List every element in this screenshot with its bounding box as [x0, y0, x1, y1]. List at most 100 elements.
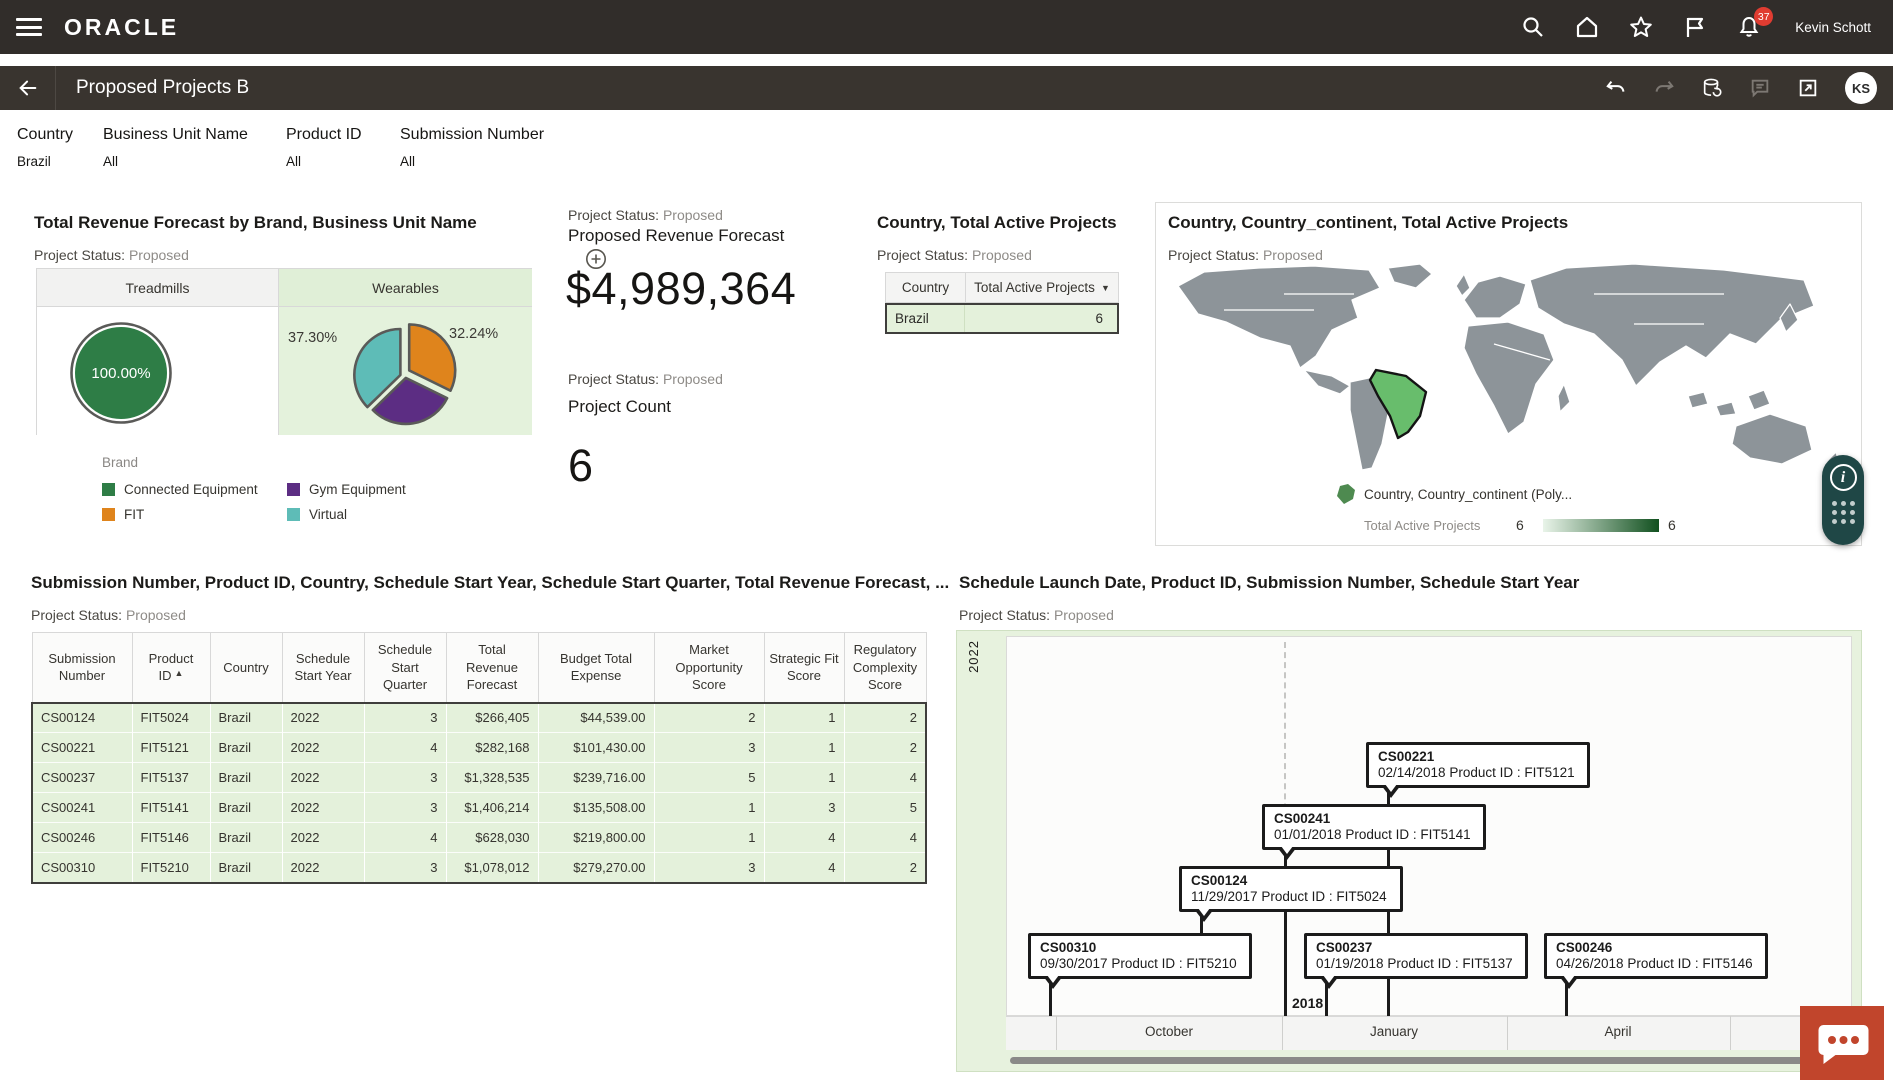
table-row[interactable]: CS00221 FIT5121 Brazil 2022 4 $282,168 $…: [32, 733, 926, 763]
map-region-europe[interactable]: [1464, 276, 1526, 318]
table-row[interactable]: CS00246 FIT5146 Brazil 2022 4 $628,030 $…: [32, 823, 926, 853]
legend-item-connected-equipment[interactable]: Connected Equipment: [102, 482, 258, 497]
axis-month-label: January: [1370, 1024, 1418, 1039]
comments-icon[interactable]: [1749, 77, 1771, 99]
event-detail: 11/29/2017 Product ID : FIT5024: [1191, 889, 1391, 904]
cell: 2022: [282, 733, 364, 763]
present-open-icon[interactable]: [1797, 77, 1819, 99]
legend-max-value: 6: [1668, 517, 1676, 533]
table-row[interactable]: CS00310 FIT5210 Brazil 2022 3 $1,078,012…: [32, 853, 926, 883]
map-region-greenland[interactable]: [1388, 264, 1432, 288]
world-map[interactable]: [1164, 264, 1856, 476]
redo-icon[interactable]: [1653, 77, 1675, 99]
map-region-australia[interactable]: [1732, 414, 1812, 464]
cell: 2: [844, 703, 926, 733]
column-header[interactable]: Schedule Start Year: [282, 633, 364, 703]
home-icon[interactable]: [1575, 15, 1599, 39]
column-header[interactable]: Market Opportunity Score: [654, 633, 764, 703]
column-header[interactable]: Schedule Start Quarter: [364, 633, 446, 703]
timeline-event-CS00246[interactable]: CS00246 04/26/2018 Product ID : FIT5146: [1544, 933, 1768, 979]
legend-item-fit[interactable]: FIT: [102, 507, 144, 522]
event-id: CS00310: [1040, 940, 1240, 955]
notifications-bell-icon[interactable]: 37: [1737, 15, 1761, 39]
search-icon[interactable]: [1521, 15, 1545, 39]
favorites-star-icon[interactable]: [1629, 15, 1653, 39]
column-header-country[interactable]: Country: [886, 273, 966, 302]
status-label: Project Status:: [1168, 247, 1259, 263]
map-region-africa[interactable]: [1464, 322, 1554, 434]
cell: 4: [364, 823, 446, 853]
cell: 3: [364, 763, 446, 793]
undo-icon[interactable]: [1605, 77, 1627, 99]
column-header-total-active-projects[interactable]: Total Active Projects▼: [966, 273, 1118, 302]
info-icon[interactable]: i: [1830, 464, 1857, 491]
timeline-horizontal-scrollbar[interactable]: [1010, 1057, 1848, 1064]
map-region-asia[interactable]: [1530, 264, 1814, 386]
filter-bar: Country Brazil Business Unit Name All Pr…: [0, 110, 1893, 198]
map-region-north-america[interactable]: [1178, 266, 1380, 368]
column-header[interactable]: Submission Number: [32, 633, 132, 703]
axis-month-label: April: [1604, 1024, 1631, 1039]
filter-business-unit[interactable]: Business Unit Name All: [103, 126, 248, 169]
cell: FIT5210: [132, 853, 210, 883]
map-region-new-guinea[interactable]: [1748, 390, 1770, 410]
timeline-event-CS00237[interactable]: CS00237 01/19/2018 Product ID : FIT5137: [1304, 933, 1528, 979]
table-row[interactable]: CS00241 FIT5141 Brazil 2022 3 $1,406,214…: [32, 793, 926, 823]
column-header[interactable]: Regulatory Complexity Score: [844, 633, 926, 703]
table-row[interactable]: Brazil 6: [885, 303, 1119, 334]
cell: 4: [764, 823, 844, 853]
revenue-kpi-value[interactable]: $4,989,364: [566, 263, 796, 315]
map-region-islands[interactable]: [1716, 402, 1736, 416]
treadmills-pie-chart[interactable]: 100.00%: [66, 318, 176, 428]
map-region-indonesia[interactable]: [1688, 392, 1708, 408]
cell: 3: [364, 703, 446, 733]
cell: CS00124: [32, 703, 132, 733]
cell: CS00246: [32, 823, 132, 853]
pie-center-label: 100.00%: [91, 365, 150, 382]
table-row[interactable]: CS00237 FIT5137 Brazil 2022 3 $1,328,535…: [32, 763, 926, 793]
filter-submission-number[interactable]: Submission Number All: [400, 126, 544, 169]
cell: $219,800.00: [538, 823, 654, 853]
timeline-event-CS00310[interactable]: CS00310 09/30/2017 Product ID : FIT5210: [1028, 933, 1252, 979]
status-line: Project Status: Proposed: [877, 247, 1032, 263]
sort-asc-icon: ▲: [175, 668, 184, 678]
column-header-sorted[interactable]: Product ID▲: [132, 633, 210, 703]
back-button[interactable]: [0, 66, 56, 110]
wearables-pie-chart[interactable]: [347, 315, 463, 431]
map-legend-layer[interactable]: Country, Country_continent (Poly...: [1364, 487, 1572, 502]
status-label: Project Status:: [568, 371, 659, 387]
timeline-event-CS00124[interactable]: CS00124 11/29/2017 Product ID : FIT5024: [1179, 866, 1403, 912]
hamburger-menu-icon[interactable]: [16, 18, 42, 36]
cell: CS00237: [32, 763, 132, 793]
filter-product-id[interactable]: Product ID All: [286, 126, 362, 169]
refresh-data-icon[interactable]: [1701, 77, 1723, 99]
table-row[interactable]: CS00124 FIT5024 Brazil 2022 3 $266,405 $…: [32, 703, 926, 733]
legend-item-gym-equipment[interactable]: Gym Equipment: [287, 482, 406, 497]
status-label: Project Status:: [959, 607, 1050, 623]
event-detail: 01/19/2018 Product ID : FIT5137: [1316, 956, 1516, 971]
map-region-uk[interactable]: [1456, 274, 1470, 296]
cell: 4: [364, 733, 446, 763]
map-region-madagascar[interactable]: [1558, 384, 1570, 412]
avatar[interactable]: KS: [1845, 72, 1877, 104]
column-header[interactable]: Strategic Fit Score: [764, 633, 844, 703]
timeline-event-CS00241[interactable]: CS00241 01/01/2018 Product ID : FIT5141: [1262, 804, 1486, 850]
column-header[interactable]: Country: [210, 633, 282, 703]
filter-country[interactable]: Country Brazil: [17, 126, 73, 169]
legend-item-virtual[interactable]: Virtual: [287, 507, 347, 522]
map-legend-metric: Total Active Projects: [1364, 518, 1480, 533]
map-region-central-america[interactable]: [1304, 370, 1350, 394]
column-header[interactable]: Total Revenue Forecast: [446, 633, 538, 703]
grid-dots-icon[interactable]: [1832, 501, 1855, 524]
chat-button[interactable]: [1800, 1006, 1884, 1080]
cell: $628,030: [446, 823, 538, 853]
legend-swatch: [287, 508, 300, 521]
user-name[interactable]: Kevin Schott: [1795, 20, 1871, 35]
column-header[interactable]: Budget Total Expense: [538, 633, 654, 703]
filter-value: Brazil: [17, 154, 73, 169]
status-label: Project Status:: [877, 247, 968, 263]
cell: 2: [844, 733, 926, 763]
count-kpi-value[interactable]: 6: [568, 440, 594, 492]
flag-icon[interactable]: [1683, 15, 1707, 39]
timeline-event-CS00221[interactable]: CS00221 02/14/2018 Product ID : FIT5121: [1366, 742, 1590, 788]
